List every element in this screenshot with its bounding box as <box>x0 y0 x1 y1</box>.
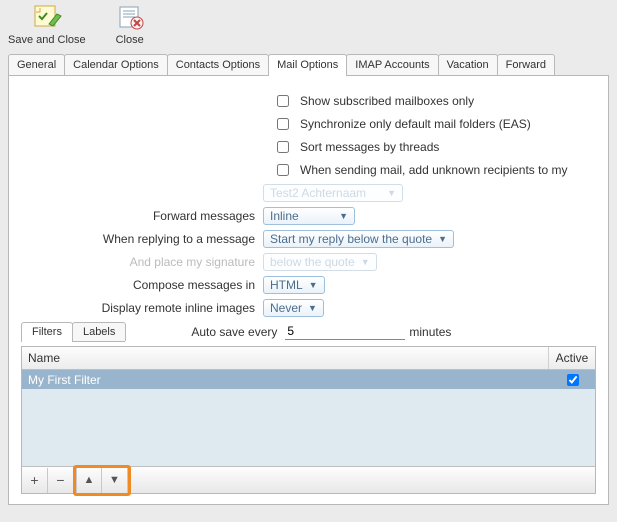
close-button[interactable]: Close <box>114 4 146 46</box>
chevron-down-icon: ▼ <box>361 257 370 267</box>
forward-messages-value: Inline <box>270 209 299 223</box>
chevron-down-icon: ▼ <box>308 303 317 313</box>
table-footer-toolbar: + − ▲ ▼ <box>22 466 595 493</box>
chevron-down-icon: ▼ <box>438 234 447 244</box>
forward-messages-select[interactable]: Inline ▼ <box>263 207 355 225</box>
close-icon <box>114 4 146 32</box>
chevron-down-icon: ▼ <box>339 211 348 221</box>
forward-messages-label: Forward messages <box>21 209 263 223</box>
arrow-down-icon: ▼ <box>109 474 120 486</box>
subtab-labels[interactable]: Labels <box>72 322 126 341</box>
move-down-button[interactable]: ▼ <box>102 468 128 493</box>
unknown-contacts-value: Test2 Achternaam <box>270 186 366 200</box>
chevron-down-icon: ▼ <box>309 280 318 290</box>
sort-threads-label: Sort messages by threads <box>300 140 439 154</box>
arrow-up-icon: ▲ <box>84 474 95 486</box>
table-row[interactable]: My First Filter <box>22 370 595 389</box>
compose-format-label: Compose messages in <box>21 278 263 292</box>
autosave-label: Auto save every <box>155 325 285 339</box>
mail-options-panel: Show subscribed mailboxes only Synchroni… <box>8 76 609 505</box>
reorder-highlight: ▲ ▼ <box>73 465 131 496</box>
compose-format-value: HTML <box>270 278 303 292</box>
remove-filter-button[interactable]: − <box>48 468 74 493</box>
filter-active-checkbox[interactable] <box>567 374 579 386</box>
filters-table: Name Active My First Filter + − ▲ ▼ <box>21 346 596 494</box>
sync-default-checkbox[interactable] <box>277 118 289 130</box>
subtab-filters[interactable]: Filters <box>21 322 73 341</box>
tab-imap-accounts[interactable]: IMAP Accounts <box>346 54 438 75</box>
save-and-close-button[interactable]: Save and Close <box>8 4 86 46</box>
show-subscribed-label: Show subscribed mailboxes only <box>300 94 474 108</box>
signature-placement-select: below the quote ▼ <box>263 253 377 271</box>
reply-label: When replying to a message <box>21 232 263 246</box>
remote-images-label: Display remote inline images <box>21 301 263 315</box>
close-label: Close <box>116 34 144 46</box>
tab-general[interactable]: General <box>8 54 65 75</box>
plus-icon: + <box>30 472 38 488</box>
column-header-name[interactable]: Name <box>22 347 549 369</box>
filter-name: My First Filter <box>22 373 549 387</box>
reply-position-select[interactable]: Start my reply below the quote ▼ <box>263 230 454 248</box>
sort-threads-checkbox[interactable] <box>277 141 289 153</box>
signature-placement-value: below the quote <box>270 255 355 269</box>
main-tabs: General Calendar Options Contacts Option… <box>8 54 609 76</box>
autosave-suffix: minutes <box>409 325 451 339</box>
sub-tabs: Filters Labels <box>21 322 125 342</box>
tab-mail-options[interactable]: Mail Options <box>268 54 347 75</box>
compose-format-select[interactable]: HTML ▼ <box>263 276 325 294</box>
chevron-down-icon: ▼ <box>387 188 396 198</box>
remote-images-value: Never <box>270 301 302 315</box>
tab-contacts-options[interactable]: Contacts Options <box>167 54 269 75</box>
save-close-label: Save and Close <box>8 34 86 46</box>
add-unknown-label: When sending mail, add unknown recipient… <box>300 163 567 177</box>
tab-vacation[interactable]: Vacation <box>438 54 498 75</box>
move-up-button[interactable]: ▲ <box>76 468 102 493</box>
reply-position-value: Start my reply below the quote <box>270 232 432 246</box>
minus-icon: − <box>56 472 64 488</box>
unknown-contacts-select: Test2 Achternaam ▼ <box>263 184 403 202</box>
tab-calendar-options[interactable]: Calendar Options <box>64 54 168 75</box>
add-unknown-checkbox[interactable] <box>277 164 289 176</box>
signature-placement-label: And place my signature <box>21 255 263 269</box>
add-filter-button[interactable]: + <box>22 468 48 493</box>
show-subscribed-checkbox[interactable] <box>277 95 289 107</box>
column-header-active[interactable]: Active <box>549 347 595 369</box>
save-close-icon <box>31 4 63 32</box>
sync-default-label: Synchronize only default mail folders (E… <box>300 117 531 131</box>
tab-forward[interactable]: Forward <box>497 54 555 75</box>
remote-images-select[interactable]: Never ▼ <box>263 299 324 317</box>
autosave-input[interactable] <box>285 324 405 340</box>
